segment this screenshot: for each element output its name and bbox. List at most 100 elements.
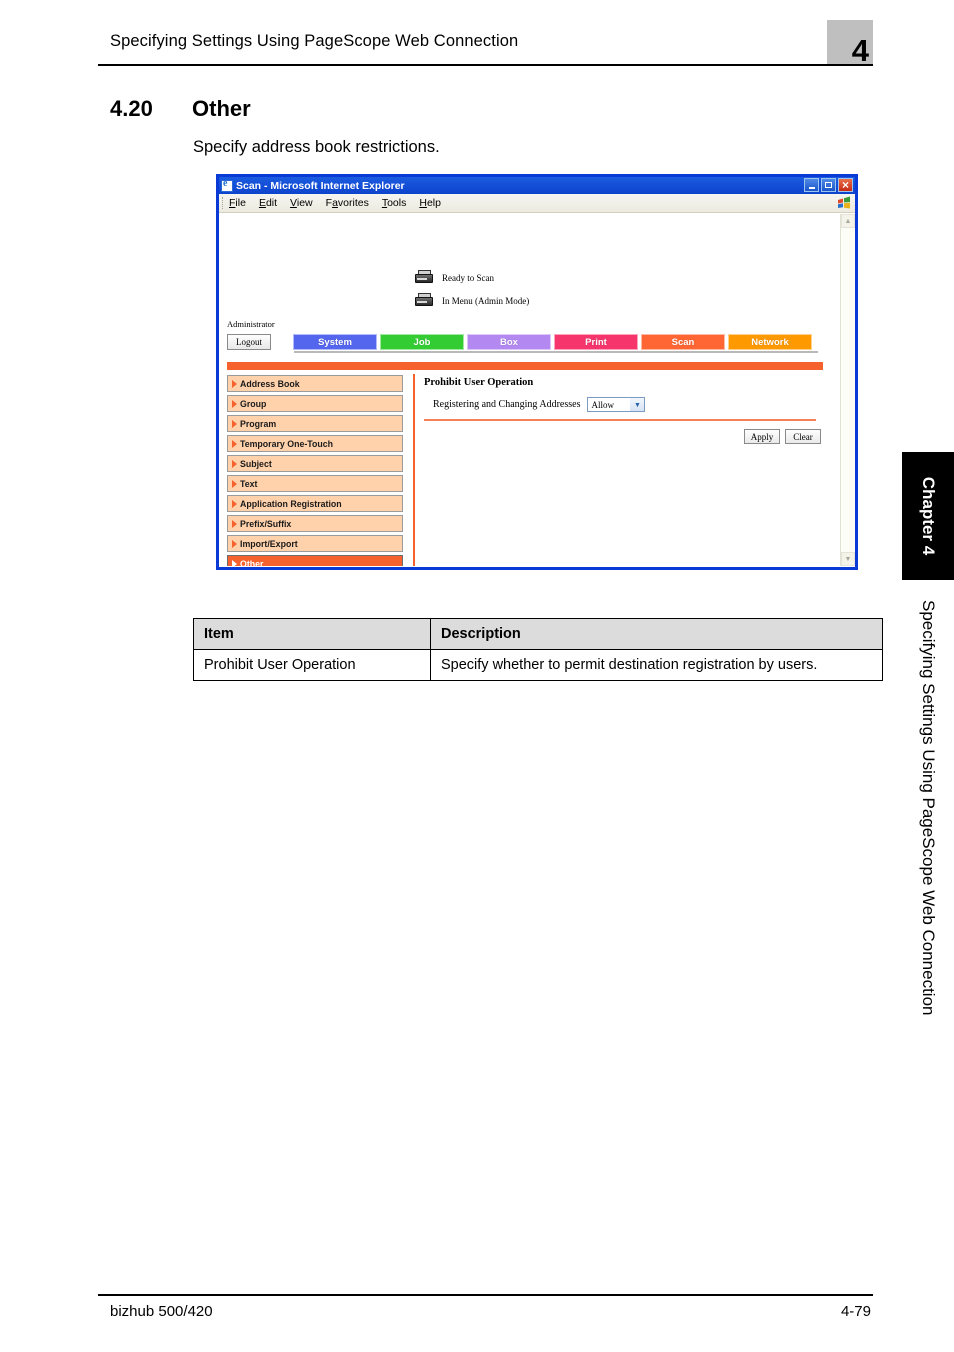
chevron-down-icon[interactable]: ▼ bbox=[630, 398, 645, 411]
item-description-table: Item Description Prohibit User Operation… bbox=[193, 618, 883, 681]
footer-divider bbox=[98, 1294, 873, 1296]
sidebar-item-label: Other bbox=[240, 558, 264, 567]
sidebar-item-subject[interactable]: Subject bbox=[227, 455, 403, 472]
triangle-bullet-icon bbox=[232, 379, 237, 388]
menu-view[interactable]: View bbox=[290, 197, 313, 209]
field-row-registering-addresses: Registering and Changing Addresses Allow… bbox=[433, 397, 646, 412]
sidebar-item-label: Text bbox=[240, 478, 258, 489]
section-number: 4.20 bbox=[110, 96, 153, 121]
user-label: Administrator bbox=[227, 319, 275, 329]
status-row-ready: Ready to Scan bbox=[414, 270, 494, 285]
triangle-bullet-icon bbox=[232, 419, 237, 428]
panel-title: Prohibit User Operation bbox=[424, 377, 534, 388]
status-row-mode: In Menu (Admin Mode) bbox=[414, 293, 529, 308]
triangle-bullet-icon bbox=[232, 539, 237, 548]
triangle-bullet-icon bbox=[232, 399, 237, 408]
browser-viewport: Ready to Scan In Menu (Admin Mode) Admin… bbox=[219, 213, 855, 566]
clear-button[interactable]: Clear bbox=[785, 429, 821, 444]
column-header-item: Item bbox=[193, 618, 431, 650]
window-controls bbox=[804, 178, 853, 192]
printer-icon bbox=[414, 293, 434, 308]
vertical-scrollbar[interactable]: ▲ ▼ bbox=[840, 214, 855, 566]
header-divider bbox=[98, 64, 873, 66]
sidebar-item-other[interactable]: Other bbox=[227, 555, 403, 566]
sidebar-item-application-registration[interactable]: Application Registration bbox=[227, 495, 403, 512]
cell-description: Specify whether to permit destination re… bbox=[430, 649, 883, 681]
side-running-head-label: Specifying Settings Using PageScope Web … bbox=[919, 600, 938, 1016]
apply-button[interactable]: Apply bbox=[744, 429, 780, 444]
scanner-icon bbox=[414, 270, 434, 285]
sidebar-item-label: Group bbox=[240, 398, 267, 409]
table-header-row: Item Description bbox=[193, 618, 883, 650]
running-head: Specifying Settings Using PageScope Web … bbox=[110, 32, 519, 50]
sidebar-item-import-export[interactable]: Import/Export bbox=[227, 535, 403, 552]
triangle-bullet-icon bbox=[232, 519, 237, 528]
table-row: Prohibit User Operation Specify whether … bbox=[193, 649, 883, 681]
cell-item: Prohibit User Operation bbox=[193, 649, 431, 681]
sidebar-item-label: Program bbox=[240, 418, 277, 429]
minimize-button[interactable] bbox=[804, 178, 819, 192]
accent-bar bbox=[227, 362, 823, 370]
sidebar-item-program[interactable]: Program bbox=[227, 415, 403, 432]
page-header: Specifying Settings Using PageScope Web … bbox=[98, 20, 873, 70]
side-running-head: Specifying Settings Using PageScope Web … bbox=[902, 600, 954, 1170]
scroll-down-icon[interactable]: ▼ bbox=[841, 552, 855, 566]
triangle-bullet-icon bbox=[232, 479, 237, 488]
sidebar-item-label: Application Registration bbox=[240, 498, 342, 509]
sidebar-item-group[interactable]: Group bbox=[227, 395, 403, 412]
status-text-ready: Ready to Scan bbox=[442, 272, 494, 283]
registering-addresses-select[interactable]: Allow ▼ bbox=[587, 397, 646, 412]
sidebar-item-label: Prefix/Suffix bbox=[240, 518, 292, 529]
tab-scan[interactable]: Scan bbox=[641, 334, 725, 350]
browser-titlebar: Scan - Microsoft Internet Explorer bbox=[219, 177, 855, 194]
page-sidebar: Address Book Group Program Temporary One… bbox=[227, 375, 403, 566]
triangle-bullet-icon bbox=[232, 439, 237, 448]
ie-document-icon bbox=[221, 178, 233, 192]
sidebar-item-label: Temporary One-Touch bbox=[240, 438, 334, 449]
windows-flag-icon bbox=[838, 196, 850, 209]
column-header-description: Description bbox=[430, 618, 883, 650]
nav-tabs: System Job Box Print Scan Network bbox=[293, 334, 812, 350]
browser-window: Scan - Microsoft Internet Explorer File E… bbox=[216, 174, 858, 570]
chapter-tab-label: Chapter 4 bbox=[919, 476, 938, 556]
section-description: Specify address book restrictions. bbox=[193, 138, 440, 156]
menu-edit[interactable]: Edit bbox=[259, 197, 277, 209]
menu-file[interactable]: File bbox=[229, 197, 246, 209]
tab-box[interactable]: Box bbox=[467, 334, 551, 350]
browser-title: Scan - Microsoft Internet Explorer bbox=[236, 179, 405, 192]
nav-tabs-shadow bbox=[294, 351, 818, 353]
triangle-bullet-icon bbox=[232, 459, 237, 468]
panel-divider bbox=[424, 419, 816, 421]
field-label: Registering and Changing Addresses bbox=[433, 399, 581, 410]
sidebar-divider bbox=[413, 374, 415, 566]
chapter-tab: Chapter 4 bbox=[902, 452, 954, 580]
page-title: Other bbox=[192, 96, 251, 121]
panel-actions: Apply Clear bbox=[744, 429, 821, 444]
menu-tools[interactable]: Tools bbox=[382, 197, 407, 209]
sidebar-item-prefix-suffix[interactable]: Prefix/Suffix bbox=[227, 515, 403, 532]
sidebar-item-label: Subject bbox=[240, 458, 272, 469]
tab-system[interactable]: System bbox=[293, 334, 377, 350]
select-value: Allow bbox=[591, 399, 614, 410]
triangle-bullet-icon bbox=[232, 499, 237, 508]
close-button[interactable] bbox=[838, 178, 853, 192]
sidebar-item-address-book[interactable]: Address Book bbox=[227, 375, 403, 392]
tab-job[interactable]: Job bbox=[380, 334, 464, 350]
sidebar-item-text[interactable]: Text bbox=[227, 475, 403, 492]
pagescope-web-page: Ready to Scan In Menu (Admin Mode) Admin… bbox=[219, 214, 845, 566]
triangle-bullet-icon bbox=[232, 559, 237, 566]
sidebar-item-label: Import/Export bbox=[240, 538, 298, 549]
tab-print[interactable]: Print bbox=[554, 334, 638, 350]
scroll-up-icon[interactable]: ▲ bbox=[841, 214, 855, 228]
tab-network[interactable]: Network bbox=[728, 334, 812, 350]
footer-page-number: 4-79 bbox=[840, 1303, 871, 1320]
browser-menubar: File Edit View Favorites Tools Help bbox=[219, 194, 855, 213]
footer-product-name: bizhub 500/420 bbox=[110, 1303, 213, 1320]
sidebar-item-label: Address Book bbox=[240, 378, 300, 389]
sidebar-item-temporary-one-touch[interactable]: Temporary One-Touch bbox=[227, 435, 403, 452]
logout-button[interactable]: Logout bbox=[227, 334, 271, 350]
maximize-button[interactable] bbox=[821, 178, 836, 192]
menu-help[interactable]: Help bbox=[419, 197, 441, 209]
menu-favorites[interactable]: Favorites bbox=[326, 197, 369, 209]
status-text-mode: In Menu (Admin Mode) bbox=[442, 295, 530, 306]
